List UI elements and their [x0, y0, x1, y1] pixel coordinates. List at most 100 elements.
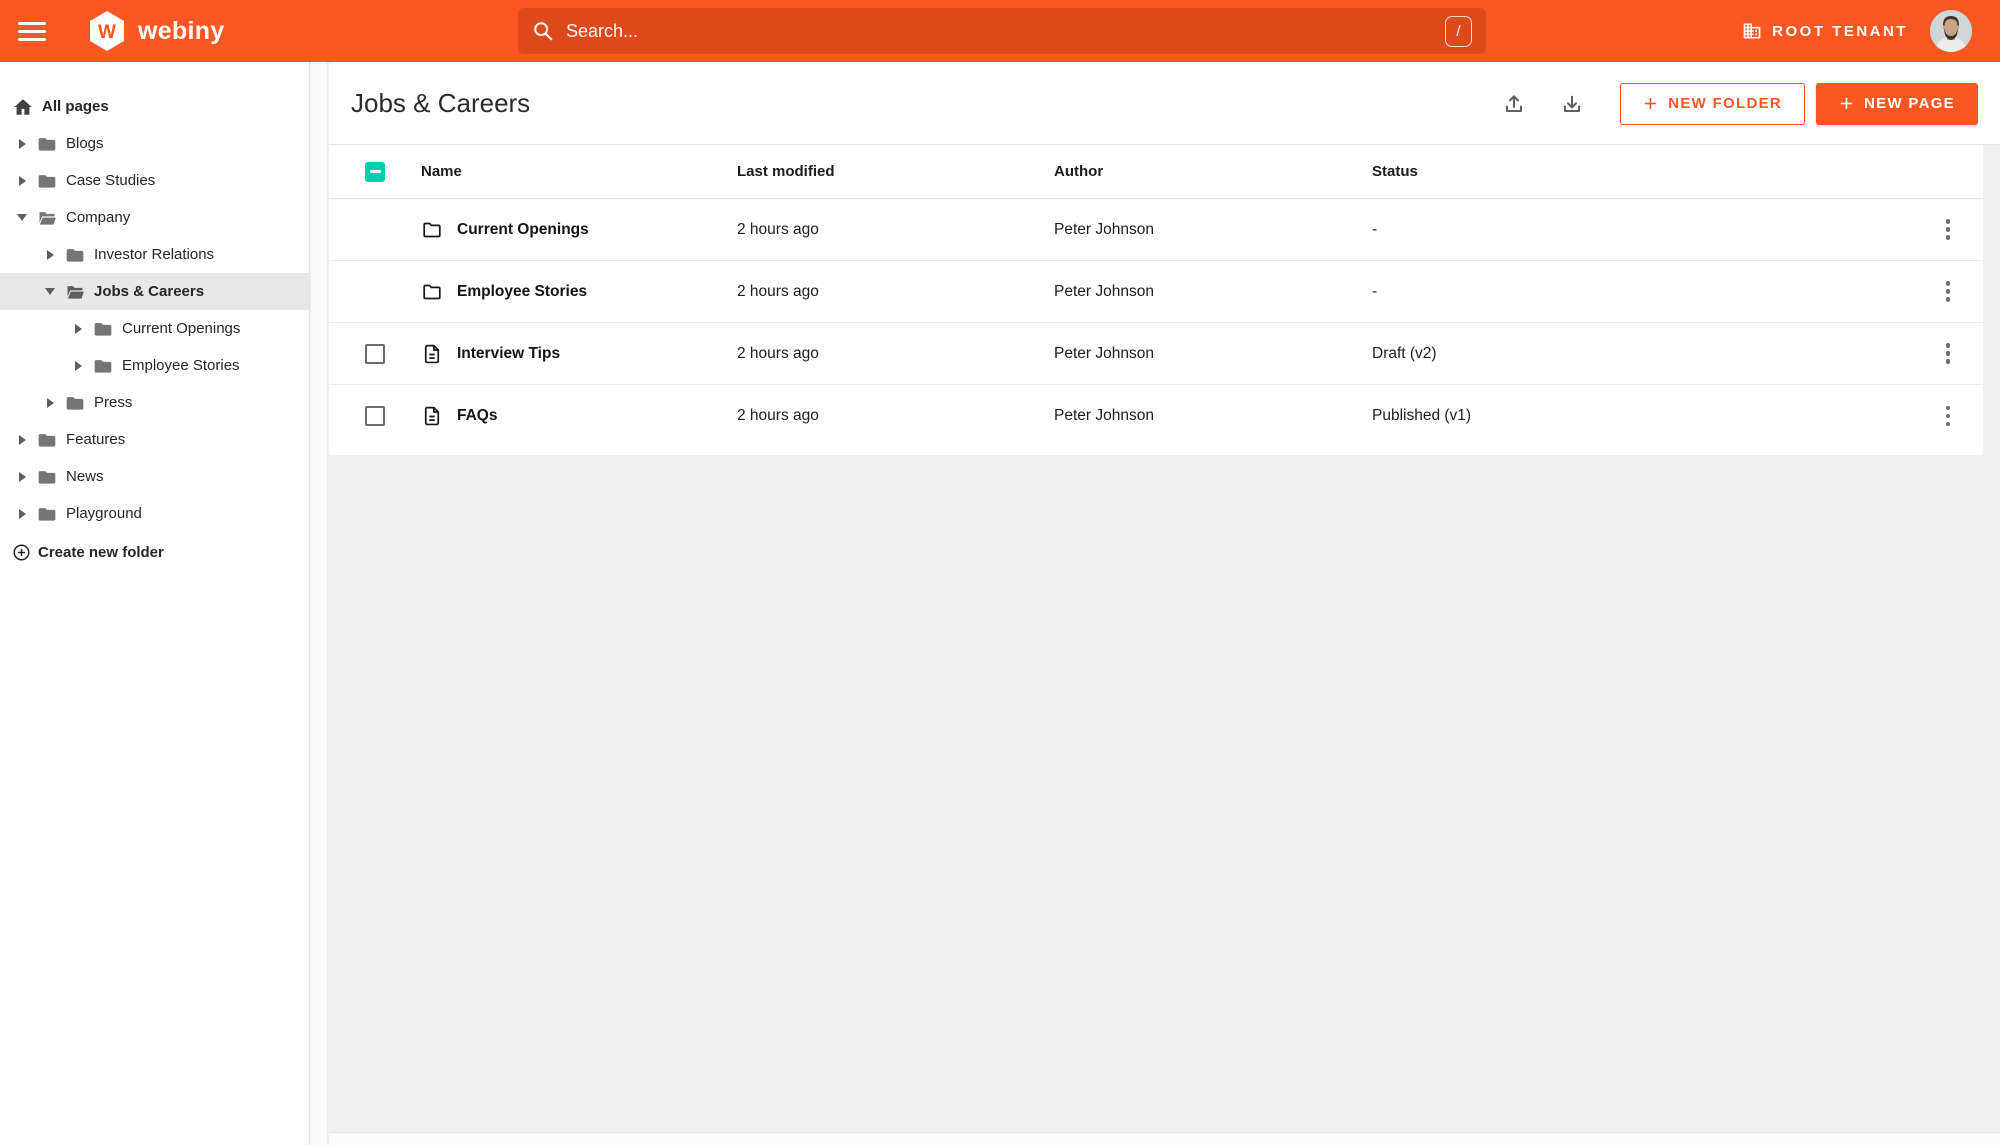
top-bar: W webiny / ROOT TENANT: [0, 0, 2000, 62]
menu-icon[interactable]: [18, 19, 48, 43]
avatar-photo: [1930, 10, 1972, 52]
sidebar-item-case-studies[interactable]: Case Studies: [0, 162, 309, 199]
pages-table: Name Last modified Author Status Current…: [329, 145, 1983, 455]
header-actions: NEW FOLDER NEW PAGE: [1494, 62, 1978, 145]
search-icon: [534, 22, 553, 41]
webiny-logo[interactable]: W webiny: [88, 10, 225, 52]
column-header-name[interactable]: Name: [421, 163, 737, 180]
plus-icon: [1840, 97, 1853, 110]
column-header-author[interactable]: Author: [1054, 163, 1372, 180]
sidebar-item-label: News: [66, 468, 104, 485]
cell-author: Peter Johnson: [1054, 344, 1154, 362]
expand-caret-icon[interactable]: [70, 323, 86, 334]
sidebar-item-label: Playground: [66, 505, 142, 522]
document-icon: [421, 405, 443, 427]
cell-status: -: [1372, 220, 1378, 238]
sidebar-item-label: Investor Relations: [94, 246, 215, 263]
expand-caret-icon[interactable]: [14, 175, 30, 186]
sidebar-item-playground[interactable]: Playground: [0, 495, 309, 532]
sidebar-item-label: Case Studies: [66, 172, 156, 189]
search-bar[interactable]: /: [518, 8, 1486, 54]
row-menu-kebab-icon[interactable]: [1930, 274, 1966, 310]
table-row[interactable]: FAQs 2 hours ago Peter Johnson Published…: [329, 385, 1983, 447]
sidebar-item-investor-relations[interactable]: Investor Relations: [0, 236, 309, 273]
plus-icon: [1645, 97, 1657, 110]
expand-caret-icon[interactable]: [14, 508, 30, 519]
import-button[interactable]: [1494, 84, 1534, 124]
collapse-caret-icon[interactable]: [42, 288, 58, 295]
user-avatar[interactable]: [1930, 10, 1972, 52]
cell-author: Peter Johnson: [1054, 220, 1154, 238]
page-title: Jobs & Careers: [351, 87, 531, 118]
sidebar-item-current-openings[interactable]: Current Openings: [0, 310, 309, 347]
expand-caret-icon[interactable]: [14, 471, 30, 482]
cell-name[interactable]: Employee Stories: [457, 283, 737, 301]
sidebar-item-label: All pages: [42, 98, 109, 115]
sidebar-item-news[interactable]: News: [0, 458, 309, 495]
cell-name[interactable]: Interview Tips: [457, 345, 737, 363]
folder-outline-icon: [421, 219, 443, 241]
expand-caret-icon[interactable]: [42, 397, 58, 408]
folder-open-icon: [65, 282, 85, 302]
create-new-folder-button[interactable]: Create new folder: [0, 534, 309, 571]
download-icon: [1564, 95, 1581, 112]
expand-caret-icon[interactable]: [70, 360, 86, 371]
sidebar-item-label: Employee Stories: [122, 357, 240, 374]
home-icon: [12, 96, 34, 118]
export-button[interactable]: [1552, 84, 1592, 124]
cell-author: Peter Johnson: [1054, 407, 1154, 424]
sidebar-item-company[interactable]: Company: [0, 199, 309, 236]
table-row[interactable]: Employee Stories 2 hours ago Peter Johns…: [329, 261, 1983, 323]
folder-icon: [37, 134, 57, 154]
slash-shortcut-key: /: [1445, 15, 1472, 47]
sidebar-item-features[interactable]: Features: [0, 421, 309, 458]
new-folder-button[interactable]: NEW FOLDER: [1620, 82, 1806, 125]
expand-caret-icon[interactable]: [14, 434, 30, 445]
row-menu-kebab-icon[interactable]: [1930, 398, 1966, 434]
sidebar-item-jobs-careers[interactable]: Jobs & Careers: [0, 273, 309, 310]
cell-last-modified: 2 hours ago: [737, 220, 819, 238]
row-menu-kebab-icon[interactable]: [1930, 336, 1966, 372]
select-all-checkbox[interactable]: [365, 161, 385, 182]
collapse-caret-icon[interactable]: [14, 214, 30, 221]
folder-icon: [37, 171, 57, 191]
table-row[interactable]: Current Openings 2 hours ago Peter Johns…: [329, 199, 1983, 261]
folder-icon: [37, 467, 57, 487]
cell-name[interactable]: FAQs: [457, 407, 737, 425]
webiny-hexagon-icon: W: [90, 11, 124, 51]
sidebar-item-blogs[interactable]: Blogs: [0, 125, 309, 162]
column-header-last-modified[interactable]: Last modified: [737, 163, 1054, 180]
new-page-label: NEW PAGE: [1864, 95, 1955, 112]
create-folder-label: Create new folder: [38, 544, 164, 561]
svg-text:W: W: [98, 22, 116, 43]
building-icon: [1743, 23, 1761, 39]
table-row[interactable]: Interview Tips 2 hours ago Peter Johnson…: [329, 323, 1983, 385]
tenant-selector[interactable]: ROOT TENANT: [1742, 21, 1908, 41]
row-checkbox[interactable]: [365, 406, 385, 426]
cell-last-modified: 2 hours ago: [737, 344, 819, 362]
row-menu-kebab-icon[interactable]: [1930, 212, 1966, 248]
cell-status: -: [1372, 282, 1378, 300]
sidebar-item-label: Press: [94, 394, 133, 411]
folder-icon: [93, 319, 113, 339]
expand-caret-icon[interactable]: [14, 138, 30, 149]
expand-caret-icon[interactable]: [42, 249, 58, 260]
row-checkbox[interactable]: [365, 343, 385, 364]
content-header: Jobs & Careers NEW FOLDER NEW PAGE: [329, 62, 2000, 145]
main-content: Jobs & Careers NEW FOLDER NEW PAGE Name …: [329, 62, 2000, 1145]
cell-status: Draft (v2): [1372, 344, 1437, 362]
sidebar-item-all-pages[interactable]: All pages: [0, 88, 309, 125]
sidebar-item-employee-stories[interactable]: Employee Stories: [0, 347, 309, 384]
document-icon: [421, 343, 443, 365]
sidebar-item-press[interactable]: Press: [0, 384, 309, 421]
new-page-button[interactable]: NEW PAGE: [1816, 82, 1978, 125]
search-input[interactable]: [566, 20, 1445, 42]
circle-plus-icon: [12, 543, 31, 562]
folder-icon: [37, 504, 57, 524]
cell-author: Peter Johnson: [1054, 282, 1154, 300]
sidebar-scroll-gutter[interactable]: [311, 62, 328, 1145]
folder-open-icon: [37, 208, 57, 228]
folder-icon: [65, 393, 85, 413]
column-header-status[interactable]: Status: [1372, 163, 1913, 180]
cell-name[interactable]: Current Openings: [457, 221, 737, 239]
